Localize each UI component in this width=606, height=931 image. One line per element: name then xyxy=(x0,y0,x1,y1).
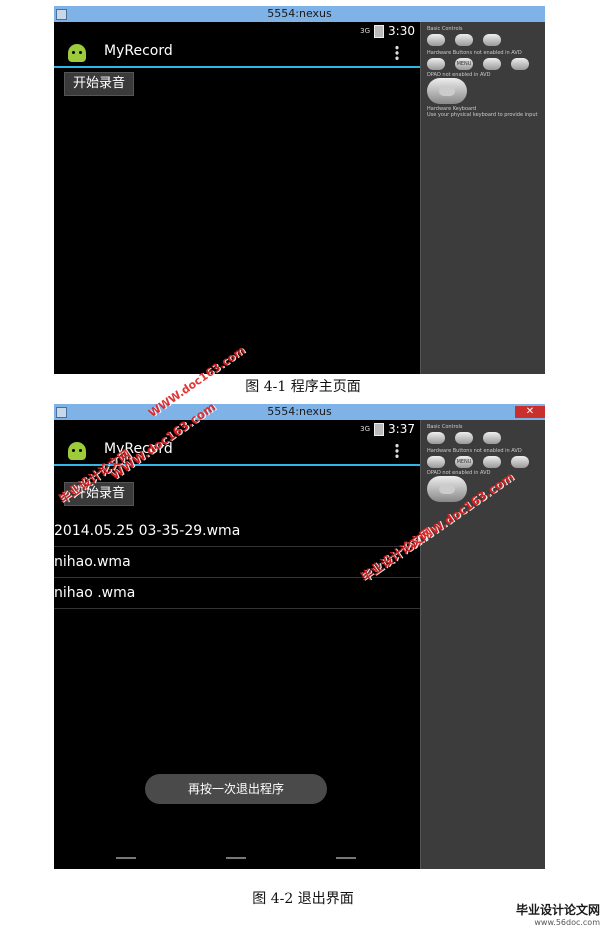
menu-button[interactable]: MENU xyxy=(455,456,473,468)
menu-button[interactable]: MENU xyxy=(455,58,473,70)
home-icon[interactable] xyxy=(427,456,445,468)
keyboard-hint: Use your physical keyboard to provide in… xyxy=(427,112,538,118)
start-record-button[interactable]: 开始录音 xyxy=(64,72,135,96)
status-time: 3:37 xyxy=(388,422,415,436)
recent-apps-icon[interactable] xyxy=(336,857,356,867)
device-screen: 3G 3:37 MyRecord 开始录音 2014.05.25 03-35-2… xyxy=(54,420,421,869)
device-screen: 3G 3:30 MyRecord 开始录音 xyxy=(54,22,421,374)
hardware-buttons-label: Hardware Buttons not enabled in AVD xyxy=(427,448,522,454)
status-bar: 3G 3:30 xyxy=(360,22,415,40)
list-item[interactable]: 2014.05.25 03-35-29.wma xyxy=(54,516,421,547)
basic-controls-label: Basic Controls xyxy=(427,424,463,430)
battery-icon xyxy=(374,422,385,436)
back-icon[interactable] xyxy=(483,58,501,70)
basic-controls-label: Basic Controls xyxy=(427,26,463,32)
volume-down-icon[interactable] xyxy=(427,432,445,444)
hardware-buttons-label: Hardware Buttons not enabled in AVD xyxy=(427,50,522,56)
window-title: 5554:nexus xyxy=(267,405,332,418)
window-title: 5554:nexus xyxy=(267,7,332,20)
emulator-controls-panel: Basic Controls Hardware Buttons not enab… xyxy=(420,22,545,374)
back-nav-icon[interactable] xyxy=(116,857,136,867)
exit-toast: 再按一次退出程序 xyxy=(145,774,327,804)
search-icon[interactable] xyxy=(511,456,529,468)
close-icon[interactable]: ✕ xyxy=(515,406,545,418)
footer-logo-url: www.56doc.com xyxy=(534,918,600,927)
volume-up-icon[interactable] xyxy=(455,34,473,46)
action-bar: MyRecord xyxy=(54,40,421,68)
signal-3g-icon: 3G xyxy=(360,425,371,433)
volume-up-icon[interactable] xyxy=(455,432,473,444)
battery-icon xyxy=(374,24,385,38)
window-title-bar[interactable]: 5554:nexus ✕ xyxy=(54,404,545,420)
power-icon[interactable] xyxy=(483,34,501,46)
volume-down-icon[interactable] xyxy=(427,34,445,46)
home-icon[interactable] xyxy=(427,58,445,70)
app-title: MyRecord xyxy=(104,43,173,59)
overflow-menu-icon[interactable] xyxy=(395,45,399,61)
window-title-bar[interactable]: 5554:nexus xyxy=(54,6,545,22)
power-icon[interactable] xyxy=(483,432,501,444)
dpad-control[interactable] xyxy=(427,476,467,502)
status-time: 3:30 xyxy=(388,24,415,38)
android-app-icon xyxy=(68,44,86,62)
recording-list: 2014.05.25 03-35-29.wma nihao.wma nihao … xyxy=(54,516,421,609)
window-app-icon xyxy=(56,9,67,20)
android-app-icon xyxy=(68,442,86,460)
home-nav-icon[interactable] xyxy=(226,857,246,867)
footer-logo: 毕业设计论文网 www.56doc.com xyxy=(516,901,600,927)
dpad-label: DPAD not enabled in AVD xyxy=(427,72,491,78)
window-app-icon xyxy=(56,407,67,418)
figure-caption-1: 图 4-1 程序主页面 xyxy=(245,379,361,395)
footer-logo-text: 毕业设计论文网 xyxy=(515,903,600,917)
signal-3g-icon: 3G xyxy=(360,27,371,35)
dpad-label: DPAD not enabled in AVD xyxy=(427,470,491,476)
back-icon[interactable] xyxy=(483,456,501,468)
dpad-control[interactable] xyxy=(427,78,467,104)
search-icon[interactable] xyxy=(511,58,529,70)
status-bar: 3G 3:37 xyxy=(360,420,415,438)
emulator-window-1: 5554:nexus 3G 3:30 MyRecord 开始录音 Basic C… xyxy=(54,6,545,374)
overflow-menu-icon[interactable] xyxy=(395,443,399,459)
